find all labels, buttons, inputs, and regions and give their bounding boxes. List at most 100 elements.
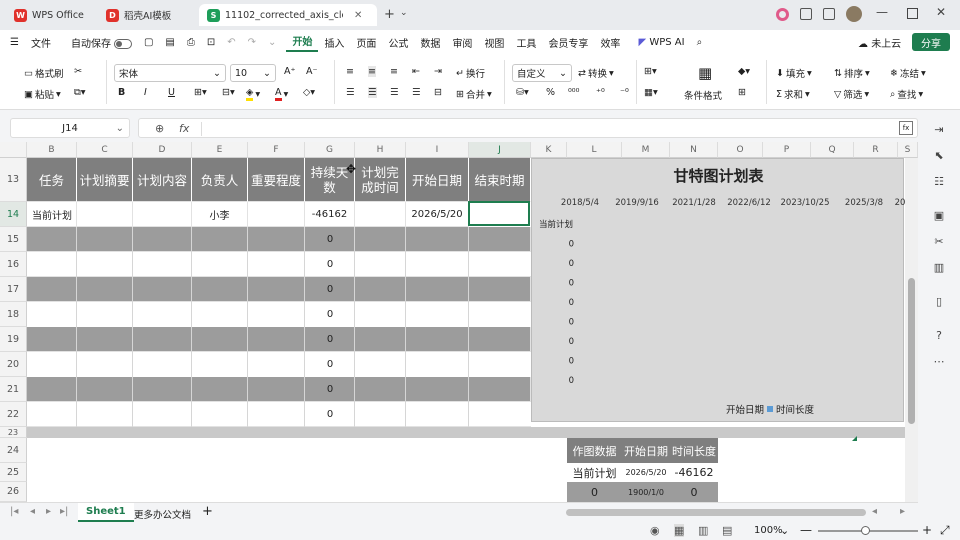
fill-button[interactable]: ⬇ 填充 ▾ (776, 66, 812, 81)
table2-header[interactable]: 作图数据 (567, 438, 622, 463)
close-tab-icon[interactable]: ✕ (354, 10, 362, 21)
cell-G14[interactable]: -46162 (305, 202, 355, 227)
cell-G20[interactable]: 0 (305, 352, 355, 377)
column-header[interactable]: H (355, 142, 406, 158)
merge-button[interactable]: ⊞ 合并 ▾ (456, 87, 492, 102)
cell-E14[interactable]: 小李 (192, 202, 248, 227)
row-header[interactable]: 24 (0, 438, 27, 463)
selected-cell-J14[interactable] (468, 201, 530, 226)
menu-page[interactable]: 页面 (350, 35, 382, 50)
menu-review[interactable]: 审阅 (446, 35, 478, 50)
expand-formula-icon[interactable]: fx (899, 121, 913, 135)
first-sheet-icon[interactable]: |◂ (10, 506, 18, 517)
align-top-icon[interactable]: ≡ (346, 66, 354, 77)
zoom-slider[interactable] (818, 526, 918, 535)
avatar[interactable] (846, 6, 862, 22)
italic-icon[interactable]: I (144, 87, 147, 98)
fullscreen-icon[interactable]: ⤢ (940, 523, 950, 538)
minimize-icon[interactable]: — (876, 5, 888, 19)
cell-G18[interactable]: 0 (305, 302, 355, 327)
row-header[interactable]: 13 (0, 158, 27, 202)
sheet-tab-active[interactable]: Sheet1 (78, 503, 134, 522)
window-layout-icon[interactable] (800, 8, 812, 20)
percent-icon[interactable]: % (546, 87, 555, 98)
table2-cell[interactable]: -46162 (670, 463, 718, 482)
name-box[interactable]: J14 ⌄ (10, 118, 130, 138)
cell-G19[interactable]: 0 (305, 327, 355, 352)
menu-view[interactable]: 视图 (478, 35, 510, 50)
more-icon[interactable]: ⌄ (262, 37, 282, 48)
maximize-icon[interactable] (907, 8, 918, 19)
column-header[interactable]: B (27, 142, 77, 158)
more-options-icon[interactable]: ⋯ (932, 354, 946, 368)
align-left-icon[interactable]: ☰ (346, 87, 355, 98)
row-header[interactable]: 25 (0, 463, 27, 482)
horizontal-scrollbar[interactable] (566, 509, 866, 516)
fill-color-icon[interactable]: ◈ ▾ (246, 87, 260, 101)
fx-icon[interactable]: fx (179, 122, 189, 135)
zoom-level[interactable]: 100% (754, 525, 783, 536)
cell-G21[interactable]: 0 (305, 377, 355, 402)
page-layout-icon[interactable]: ▥ (698, 524, 708, 537)
column-header[interactable]: C (77, 142, 133, 158)
row-header[interactable]: 23 (0, 427, 27, 438)
new-tab-icon[interactable]: + (384, 7, 395, 22)
increase-decimal-icon[interactable]: ⁺⁰ (596, 87, 605, 98)
cond-format-grid-icon[interactable]: ▦ (698, 64, 712, 82)
column-header[interactable]: M (622, 142, 670, 158)
add-sheet-icon[interactable]: + (202, 504, 213, 519)
chevron-down-icon[interactable]: ⌄ (400, 8, 408, 18)
table2-cell[interactable]: 0 (567, 482, 622, 502)
menu-data[interactable]: 数据 (414, 35, 446, 50)
gantt-chart[interactable]: 甘特图计划表 2018/5/4 2019/9/16 2021/1/28 2022/6/… (531, 158, 905, 422)
header-cell-priority[interactable]: 重要程度 (248, 158, 305, 202)
zoom-out-icon[interactable]: — (800, 523, 812, 537)
column-header[interactable]: Q (811, 142, 854, 158)
header-cell-owner[interactable]: 负责人 (192, 158, 248, 202)
paste-button[interactable]: ▣ 粘贴 ▾ (24, 87, 61, 102)
column-header[interactable]: S (898, 142, 918, 158)
strikethrough-icon[interactable]: ⊟▾ (222, 87, 235, 98)
align-middle-icon[interactable]: ≡ (368, 66, 376, 77)
row-header[interactable]: 18 (0, 302, 27, 327)
header-cell-complete-time[interactable]: 计划完 成时间 (355, 158, 406, 202)
cell-G16[interactable]: 0 (305, 252, 355, 277)
find-button[interactable]: ⌕ 查找 ▾ (890, 87, 923, 102)
decrease-decimal-icon[interactable]: ⁻⁰ (620, 87, 629, 98)
decrease-font-icon[interactable]: A⁻ (306, 66, 318, 77)
select-cursor-icon[interactable]: ⬉ (932, 148, 946, 162)
book-icon[interactable]: ▯ (932, 294, 946, 308)
column-header[interactable]: P (763, 142, 811, 158)
zoom-dropdown-icon[interactable]: ⌄ (780, 524, 789, 537)
cloud-status[interactable]: ☁ 未上云 (858, 35, 901, 50)
row-header[interactable]: 15 (0, 227, 27, 252)
column-header[interactable]: J (469, 142, 531, 158)
menu-tools[interactable]: 工具 (510, 35, 542, 50)
wps-ai-button[interactable]: ◤ WPS AI (632, 37, 690, 48)
cell-F14[interactable] (248, 202, 305, 227)
table2-cell[interactable]: 0 (670, 482, 718, 502)
formula-input[interactable]: ⊕ fx fx (138, 118, 918, 138)
header-cell-summary[interactable]: 计划摘要 (77, 158, 133, 202)
select-all-corner[interactable] (0, 142, 27, 158)
grid-apps-icon[interactable] (823, 8, 835, 20)
tab-spreadsheet[interactable]: S 11102_corrected_axis_clea ✕ (199, 4, 377, 26)
row-header[interactable]: 16 (0, 252, 27, 277)
vertical-scrollbar[interactable] (905, 158, 918, 502)
normal-view-icon[interactable]: ▦ (674, 524, 685, 537)
table-format-icon[interactable]: ⊞ (738, 87, 746, 98)
table2-header[interactable]: 开始日期 (622, 438, 670, 463)
justify-icon[interactable]: ☰ (412, 87, 421, 98)
column-header[interactable]: O (718, 142, 763, 158)
cell-G17[interactable]: 0 (305, 277, 355, 302)
scroll-right-icon[interactable]: ▸ (900, 506, 905, 517)
zoom-icon[interactable]: ⊕ (155, 122, 164, 135)
increase-font-icon[interactable]: A⁺ (284, 66, 296, 77)
cond-format-button[interactable]: 条件格式 (684, 88, 722, 102)
cell-B14[interactable]: 当前计划 (27, 202, 77, 227)
sheet-tab-more-docs[interactable]: 更多办公文档 (134, 507, 191, 521)
header-cell-content[interactable]: 计划内容 (133, 158, 192, 202)
font-size-select[interactable]: 10 ⌄ (230, 64, 276, 82)
column-header[interactable]: G (305, 142, 355, 158)
menu-file[interactable]: 文件 (25, 35, 57, 50)
